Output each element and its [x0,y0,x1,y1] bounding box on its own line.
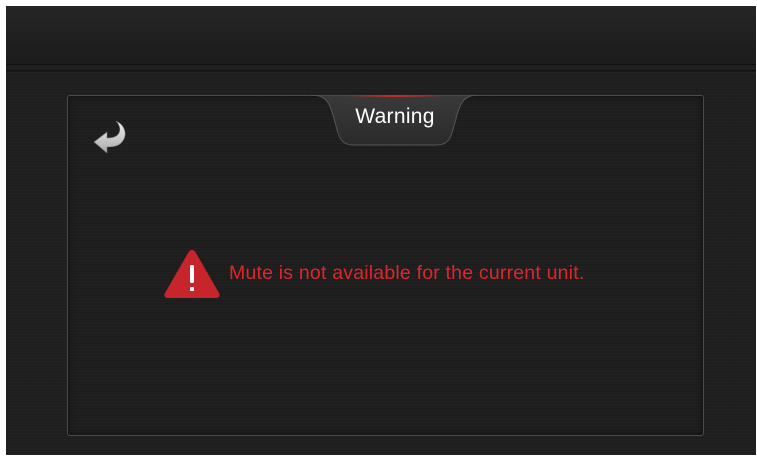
dialog-title-tab: Warning [311,95,479,147]
back-button[interactable] [92,119,132,155]
top-bar-divider [6,70,756,73]
message-row: Mute is not available for the current un… [163,246,584,301]
warning-message: Mute is not available for the current un… [229,262,585,284]
back-arrow-icon [93,120,126,154]
top-bar [6,6,756,65]
warning-dialog: Warning Mute is not available for the cu… [67,95,704,436]
warning-triangle-icon [164,249,220,298]
dialog-title: Warning [355,105,435,128]
device-screen: Warning Mute is not available for the cu… [6,6,756,455]
